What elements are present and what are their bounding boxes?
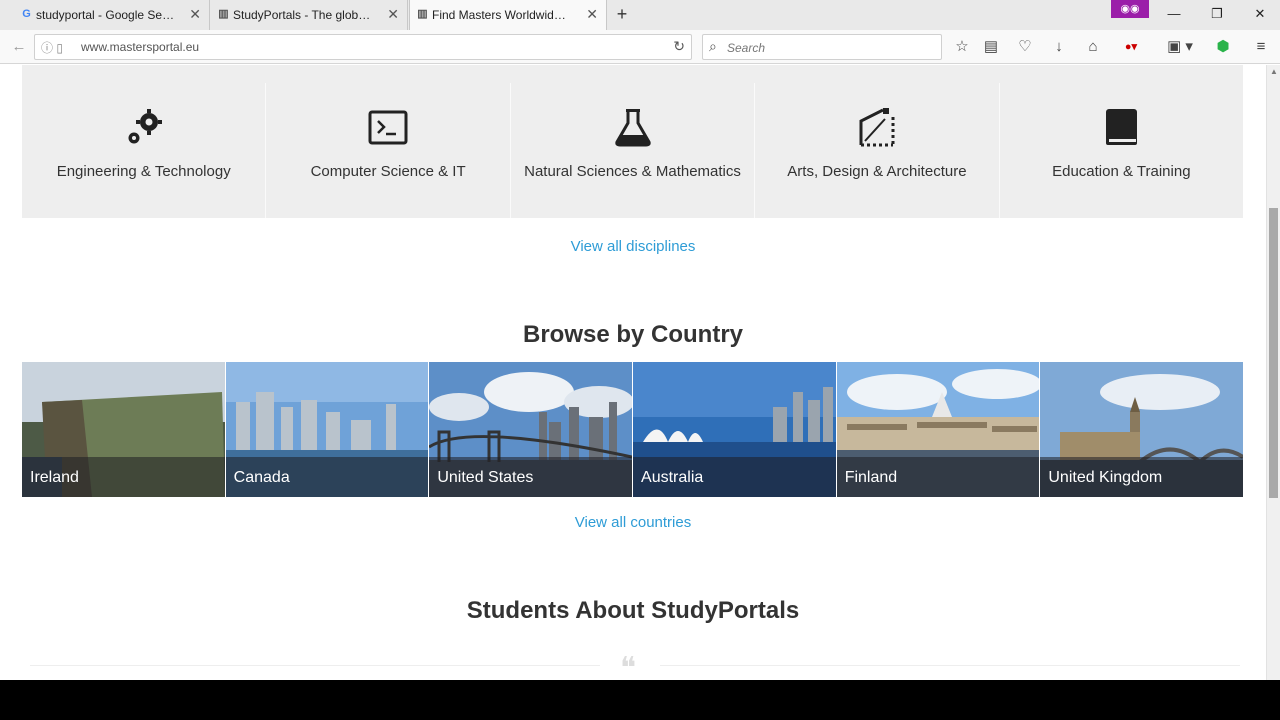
divider bbox=[30, 665, 600, 666]
close-window-button[interactable]: ✕ bbox=[1250, 6, 1270, 22]
url-text: www.mastersportal.eu bbox=[81, 40, 200, 54]
scroll-up-icon[interactable]: ▲ bbox=[1270, 67, 1278, 76]
scrollbar-thumb[interactable] bbox=[1269, 208, 1278, 498]
new-tab-button[interactable]: + bbox=[612, 4, 632, 24]
search-bar[interactable]: ⌕ Search bbox=[702, 34, 942, 60]
discipline-card-arts-design[interactable]: Arts, Design & Architecture bbox=[755, 83, 1000, 218]
students-heading: Students About StudyPortals bbox=[466, 597, 800, 624]
country-name: Ireland bbox=[30, 469, 79, 486]
page-scrollbar[interactable]: ▲ bbox=[1266, 65, 1280, 680]
discipline-label: Computer Science & IT bbox=[310, 163, 466, 180]
browse-by-country-heading: Browse by Country bbox=[522, 321, 744, 348]
adblock-icon[interactable]: ●▾ bbox=[1118, 38, 1144, 56]
discipline-label: Engineering & Technology bbox=[56, 163, 231, 180]
country-name: Finland bbox=[844, 469, 898, 486]
discipline-label: Arts, Design & Architecture bbox=[787, 163, 967, 180]
reading-list-icon[interactable]: ▤ bbox=[982, 38, 1000, 56]
private-mask-icon[interactable]: ◉◉ bbox=[1111, 0, 1149, 18]
country-card-united-states[interactable]: United States bbox=[429, 362, 634, 497]
restore-button[interactable]: ❐ bbox=[1207, 6, 1227, 22]
pocket-icon[interactable]: ♡ bbox=[1016, 38, 1034, 56]
view-all-countries-link[interactable]: View all countries bbox=[0, 514, 1266, 531]
page-content: Engineering & Technology Computer Scienc… bbox=[0, 65, 1266, 680]
discipline-label: Education & Training bbox=[1052, 163, 1191, 180]
country-card-ireland[interactable]: Ireland bbox=[22, 362, 226, 497]
discipline-label: Natural Sciences & Mathematics bbox=[524, 163, 741, 180]
divider bbox=[660, 665, 1240, 666]
navigation-bar: ← ⓘ ▯ www.mastersportal.eu ↻ ⌕ Search ☆ … bbox=[0, 30, 1280, 64]
view-all-disciplines-link[interactable]: View all disciplines bbox=[0, 238, 1266, 255]
discipline-card-computer-science[interactable]: Computer Science & IT bbox=[266, 83, 511, 218]
country-card-finland[interactable]: Finland bbox=[836, 362, 1041, 497]
address-bar[interactable]: ⓘ ▯ www.mastersportal.eu ↻ bbox=[34, 34, 692, 60]
shield-extension-icon[interactable]: ⬢ bbox=[1214, 38, 1232, 56]
terminal-icon bbox=[368, 110, 408, 145]
flask-icon bbox=[614, 109, 651, 147]
bookmark-star-icon[interactable]: ☆ bbox=[953, 38, 971, 56]
discipline-card-engineering[interactable]: Engineering & Technology bbox=[22, 83, 267, 218]
country-name: United Kingdom bbox=[1048, 469, 1163, 486]
tab-title: Find Masters Worldwide: a... bbox=[432, 8, 572, 22]
discipline-card-natural-sciences[interactable]: Natural Sciences & Mathematics bbox=[510, 83, 756, 218]
close-tab-icon[interactable]: ✕ bbox=[387, 7, 399, 21]
studyportals-icon: ▥ bbox=[218, 8, 229, 20]
close-tab-icon[interactable]: ✕ bbox=[586, 7, 598, 21]
extension-icon[interactable]: ▣ ▾ bbox=[1160, 38, 1200, 56]
country-name: Australia bbox=[641, 469, 704, 486]
reload-icon[interactable]: ↻ bbox=[673, 38, 685, 55]
gears-icon bbox=[128, 109, 162, 144]
back-icon[interactable]: ← bbox=[10, 38, 28, 56]
country-card-united-kingdom[interactable]: United Kingdom bbox=[1040, 362, 1244, 497]
country-name: United States bbox=[437, 469, 534, 486]
menu-icon[interactable]: ≡ bbox=[1252, 38, 1270, 56]
site-info-icon[interactable]: ⓘ ▯ bbox=[41, 39, 63, 56]
download-icon[interactable]: ↓ bbox=[1050, 38, 1068, 56]
book-icon bbox=[1106, 109, 1138, 145]
search-placeholder: Search bbox=[727, 41, 766, 55]
tab-title: StudyPortals - The global ... bbox=[233, 8, 373, 22]
search-icon: ⌕ bbox=[709, 38, 717, 54]
design-tool-icon bbox=[859, 108, 895, 147]
minimize-button[interactable]: — bbox=[1164, 6, 1184, 22]
studyportals-icon: ▥ bbox=[417, 8, 428, 20]
tab-find-masters[interactable]: ▥ Find Masters Worldwide: a... ✕ bbox=[409, 0, 607, 30]
tab-strip: G studyportal - Google Search ✕ ▥ StudyP… bbox=[0, 0, 1280, 30]
country-name: Canada bbox=[233, 469, 290, 486]
browser-window: G studyportal - Google Search ✕ ▥ StudyP… bbox=[0, 0, 1280, 680]
country-card-canada[interactable]: Canada bbox=[225, 362, 430, 497]
country-card-australia[interactable]: Australia bbox=[633, 362, 837, 497]
discipline-row-above bbox=[22, 65, 1243, 83]
tab-title: studyportal - Google Search bbox=[36, 8, 176, 22]
tab-google-search[interactable]: G studyportal - Google Search ✕ bbox=[14, 0, 210, 30]
discipline-grid: Engineering & Technology Computer Scienc… bbox=[22, 83, 1244, 218]
google-icon: G bbox=[22, 8, 31, 20]
home-icon[interactable]: ⌂ bbox=[1084, 38, 1102, 56]
close-tab-icon[interactable]: ✕ bbox=[189, 7, 201, 21]
tab-studyportals[interactable]: ▥ StudyPortals - The global ... ✕ bbox=[211, 0, 408, 30]
country-grid: Ireland Canada United States Australia F… bbox=[22, 362, 1244, 497]
discipline-card-education[interactable]: Education & Training bbox=[999, 83, 1244, 218]
quote-icon: ❝ bbox=[620, 651, 637, 680]
